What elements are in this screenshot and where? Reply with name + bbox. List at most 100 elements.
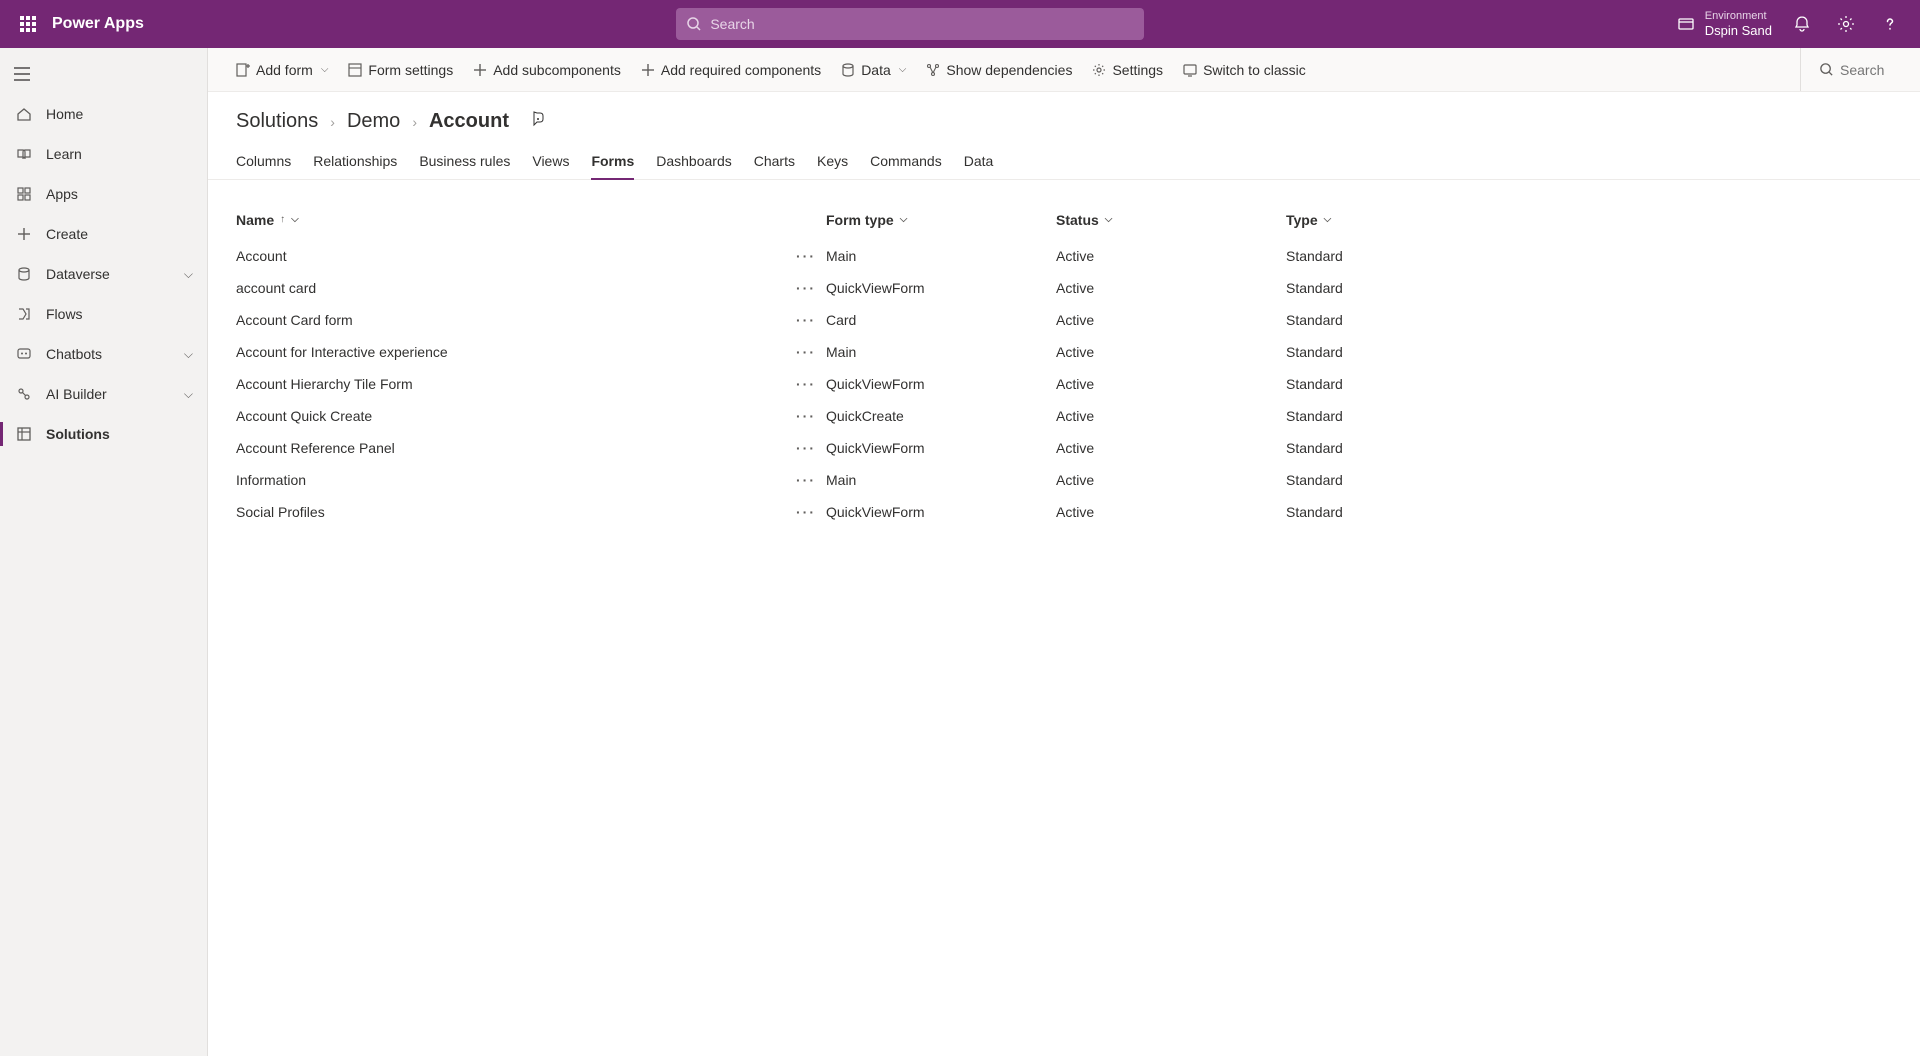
ai-icon xyxy=(14,386,34,402)
table-row[interactable]: Account for Interactive experience···Mai… xyxy=(236,336,1892,368)
row-actions-button[interactable]: ··· xyxy=(786,408,826,424)
sidebar-item-dataverse[interactable]: Dataverse ⌵ xyxy=(0,254,207,294)
switch-classic-button[interactable]: Switch to classic xyxy=(1175,54,1314,86)
data-button[interactable]: Data ⌵ xyxy=(833,54,914,86)
row-actions-button[interactable]: ··· xyxy=(786,504,826,520)
chevron-down-icon: ⌵ xyxy=(291,214,299,225)
env-label: Environment xyxy=(1705,10,1772,23)
row-actions-button[interactable]: ··· xyxy=(786,472,826,488)
column-header-type[interactable]: Type ⌵ xyxy=(1286,212,1892,228)
command-search[interactable] xyxy=(1800,48,1900,91)
chevron-down-icon: ⌵ xyxy=(1324,214,1332,225)
row-actions-button[interactable]: ··· xyxy=(786,344,826,360)
cell-name: Account Quick Create xyxy=(236,408,786,424)
cell-status: Active xyxy=(1056,472,1286,488)
table-row[interactable]: Account Reference Panel···QuickViewFormA… xyxy=(236,432,1892,464)
add-required-button[interactable]: Add required components xyxy=(633,54,829,86)
table-row[interactable]: Information···MainActiveStandard xyxy=(236,464,1892,496)
column-header-formtype[interactable]: Form type ⌵ xyxy=(826,212,1056,228)
sidebar-item-aibuilder[interactable]: AI Builder ⌵ xyxy=(0,374,207,414)
form-settings-button[interactable]: Form settings xyxy=(340,54,461,86)
cell-status: Active xyxy=(1056,344,1286,360)
add-form-button[interactable]: Add form ⌵ xyxy=(228,54,336,86)
table-row[interactable]: Account···MainActiveStandard xyxy=(236,240,1892,272)
table-row[interactable]: Social Profiles···QuickViewFormActiveSta… xyxy=(236,496,1892,528)
table-row[interactable]: account card···QuickViewFormActiveStanda… xyxy=(236,272,1892,304)
chevron-down-icon: ⌵ xyxy=(900,214,908,225)
tab-forms[interactable]: Forms xyxy=(591,147,634,179)
tab-commands[interactable]: Commands xyxy=(870,147,942,179)
dataverse-icon xyxy=(14,266,34,282)
tab-relationships[interactable]: Relationships xyxy=(313,147,397,179)
sidebar-item-label: AI Builder xyxy=(46,386,107,402)
sidebar-item-label: Home xyxy=(46,106,83,122)
cell-status: Active xyxy=(1056,504,1286,520)
sidebar-item-chatbots[interactable]: Chatbots ⌵ xyxy=(0,334,207,374)
sidebar-item-apps[interactable]: Apps xyxy=(0,174,207,214)
help-button[interactable] xyxy=(1868,0,1912,48)
search-input[interactable] xyxy=(710,16,1134,32)
tab-dashboards[interactable]: Dashboards xyxy=(656,147,732,179)
tab-keys[interactable]: Keys xyxy=(817,147,848,179)
cmd-label: Add form xyxy=(256,62,313,78)
environment-icon xyxy=(1677,15,1695,33)
solutions-icon xyxy=(14,426,34,442)
settings-cmd-button[interactable]: Settings xyxy=(1084,54,1171,86)
chevron-down-icon: ⌵ xyxy=(184,387,193,402)
sidebar-item-create[interactable]: Create xyxy=(0,214,207,254)
cell-status: Active xyxy=(1056,248,1286,264)
sidebar-item-solutions[interactable]: Solutions xyxy=(0,414,207,454)
environment-picker[interactable]: Environment Dspin Sand xyxy=(1677,10,1772,39)
sidebar-item-home[interactable]: Home xyxy=(0,94,207,134)
breadcrumb-solutions[interactable]: Solutions xyxy=(236,110,318,133)
row-actions-button[interactable]: ··· xyxy=(786,376,826,392)
table-row[interactable]: Account Card form···CardActiveStandard xyxy=(236,304,1892,336)
table-row[interactable]: Account Quick Create···QuickCreateActive… xyxy=(236,400,1892,432)
cell-name: Account xyxy=(236,248,786,264)
sidebar-item-label: Dataverse xyxy=(46,266,110,282)
chevron-down-icon: ⌵ xyxy=(184,267,193,282)
cmd-label: Add subcomponents xyxy=(493,62,621,78)
row-actions-button[interactable]: ··· xyxy=(786,312,826,328)
add-subcomponents-button[interactable]: Add subcomponents xyxy=(465,54,629,86)
row-actions-button[interactable]: ··· xyxy=(786,440,826,456)
cell-name: Account Card form xyxy=(236,312,786,328)
tab-data[interactable]: Data xyxy=(964,147,994,179)
table-row[interactable]: Account Hierarchy Tile Form···QuickViewF… xyxy=(236,368,1892,400)
row-actions-button[interactable]: ··· xyxy=(786,280,826,296)
search-container xyxy=(144,8,1677,40)
waffle-menu[interactable] xyxy=(8,0,48,48)
tab-charts[interactable]: Charts xyxy=(754,147,795,179)
settings-button[interactable] xyxy=(1824,0,1868,48)
cell-status: Active xyxy=(1056,440,1286,456)
entity-tabs: Columns Relationships Business rules Views F… xyxy=(208,139,1920,180)
cell-formtype: Main xyxy=(826,248,1056,264)
sidebar-item-label: Solutions xyxy=(46,426,110,442)
sidebar-item-label: Chatbots xyxy=(46,346,102,362)
cell-type: Standard xyxy=(1286,312,1892,328)
column-header-status[interactable]: Status ⌵ xyxy=(1056,212,1286,228)
flows-icon xyxy=(14,306,34,322)
cell-formtype: QuickViewForm xyxy=(826,280,1056,296)
notifications-button[interactable] xyxy=(1780,0,1824,48)
cmd-label: Form settings xyxy=(368,62,453,78)
chevron-down-icon: ⌵ xyxy=(899,64,907,75)
tab-columns[interactable]: Columns xyxy=(236,147,291,179)
row-actions-button[interactable]: ··· xyxy=(786,248,826,264)
sidebar-item-flows[interactable]: Flows xyxy=(0,294,207,334)
breadcrumb-demo[interactable]: Demo xyxy=(347,110,400,133)
sidebar-item-learn[interactable]: Learn xyxy=(0,134,207,174)
column-header-name[interactable]: Name ↑ ⌵ xyxy=(236,212,826,228)
sidebar-toggle[interactable] xyxy=(0,54,207,94)
cell-formtype: QuickViewForm xyxy=(826,504,1056,520)
global-search[interactable] xyxy=(676,8,1144,40)
forms-table: Name ↑ ⌵ Form type ⌵ Status ⌵ Type ⌵ Acc… xyxy=(208,180,1920,528)
tab-business-rules[interactable]: Business rules xyxy=(419,147,510,179)
command-search-input[interactable] xyxy=(1840,62,1900,78)
cmd-label: Data xyxy=(861,62,891,78)
plus-icon xyxy=(473,63,487,77)
show-dependencies-button[interactable]: Show dependencies xyxy=(918,54,1080,86)
cell-formtype: QuickCreate xyxy=(826,408,1056,424)
tab-views[interactable]: Views xyxy=(532,147,569,179)
gear-icon xyxy=(1837,15,1855,33)
